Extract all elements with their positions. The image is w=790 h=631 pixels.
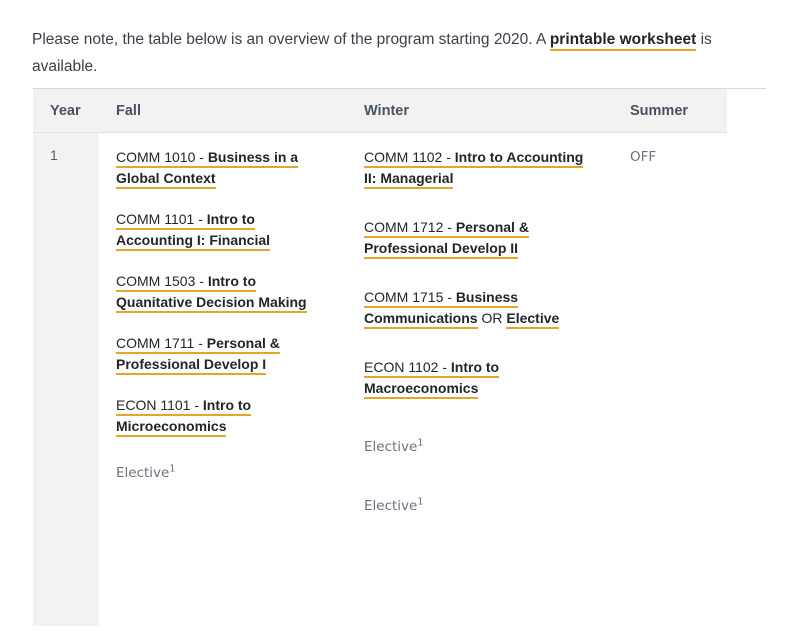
course-code: ECON 1101 -: [116, 397, 203, 413]
course-link[interactable]: ECON 1102 - Intro to Macroeconomics: [364, 359, 500, 399]
elective-footnote-marker: 1: [169, 463, 176, 475]
course-link[interactable]: COMM 1010 - Business in a Global Context: [116, 149, 299, 189]
course-code: COMM 1712 -: [364, 219, 456, 235]
course-entry: COMM 1715 - Business Communications OR E…: [364, 287, 599, 329]
course-link[interactable]: COMM 1102 - Intro to Accounting II: Mana…: [364, 149, 584, 189]
course-code: COMM 1010 -: [116, 149, 208, 165]
course-code: COMM 1101 -: [116, 211, 207, 227]
intro-paragraph: Please note, the table below is an overv…: [32, 26, 732, 80]
course-code: COMM 1102 -: [364, 149, 455, 165]
column-header-year: Year: [33, 89, 99, 133]
course-link[interactable]: ECON 1101 - Intro to Microeconomics: [116, 397, 252, 437]
course-or-separator: OR: [477, 310, 507, 326]
course-entry: COMM 1101 - Intro to Accounting I: Finan…: [116, 209, 333, 251]
column-header-winter: Winter: [347, 89, 613, 133]
elective-entry: Elective1: [116, 463, 333, 484]
year-cell: 1: [33, 132, 99, 626]
course-link[interactable]: COMM 1711 - Personal & Professional Deve…: [116, 335, 280, 375]
course-entry: COMM 1712 - Personal & Professional Deve…: [364, 217, 599, 259]
elective-label: Elective: [364, 439, 418, 455]
course-link[interactable]: COMM 1712 - Personal & Professional Deve…: [364, 219, 529, 259]
column-header-summer: Summer: [613, 89, 727, 133]
winter-term-cell: COMM 1102 - Intro to Accounting II: Mana…: [347, 132, 613, 626]
course-entry: COMM 1102 - Intro to Accounting II: Mana…: [364, 147, 599, 189]
course-entry: ECON 1101 - Intro to Microeconomics: [116, 395, 333, 437]
elective-entry: Elective1: [364, 437, 599, 458]
summer-term-cell: OFF: [613, 132, 727, 626]
course-code: COMM 1715 -: [364, 289, 456, 305]
elective-entry: Elective1: [364, 496, 599, 517]
fall-term-cell: COMM 1010 - Business in a Global Context…: [99, 132, 347, 626]
elective-label: Elective: [364, 498, 418, 514]
elective-label: Elective: [116, 465, 170, 481]
course-entry: COMM 1711 - Personal & Professional Deve…: [116, 333, 333, 375]
course-code: COMM 1503 -: [116, 273, 208, 289]
course-entry: COMM 1503 - Intro to Quanitative Decisio…: [116, 271, 333, 313]
elective-footnote-marker: 1: [417, 437, 424, 449]
intro-text-before: Please note, the table below is an overv…: [32, 30, 550, 48]
table-header-row: Year Fall Winter Summer: [33, 89, 727, 133]
course-link[interactable]: COMM 1101 - Intro to Accounting I: Finan…: [116, 211, 271, 251]
course-code: COMM 1711 -: [116, 335, 207, 351]
table-body: 1 COMM 1010 - Business in a Global Conte…: [33, 132, 727, 626]
column-header-fall: Fall: [99, 89, 347, 133]
table-header: Year Fall Winter Summer: [33, 89, 727, 133]
course-entry: COMM 1010 - Business in a Global Context: [116, 147, 333, 189]
course-code: ECON 1102 -: [364, 359, 451, 375]
elective-link-label: Elective: [506, 310, 560, 326]
elective-link[interactable]: Elective: [506, 310, 560, 329]
elective-footnote-marker: 1: [417, 496, 424, 508]
table-row: 1 COMM 1010 - Business in a Global Conte…: [33, 132, 727, 626]
printable-worksheet-link[interactable]: printable worksheet: [549, 30, 697, 51]
program-table-wrapper: Year Fall Winter Summer 1 COMM 1010 - Bu…: [33, 88, 766, 626]
program-schedule-table: Year Fall Winter Summer 1 COMM 1010 - Bu…: [33, 89, 727, 626]
course-entry: ECON 1102 - Intro to Macroeconomics: [364, 357, 599, 399]
course-link[interactable]: COMM 1503 - Intro to Quanitative Decisio…: [116, 273, 307, 313]
term-off-label: OFF: [630, 149, 657, 165]
